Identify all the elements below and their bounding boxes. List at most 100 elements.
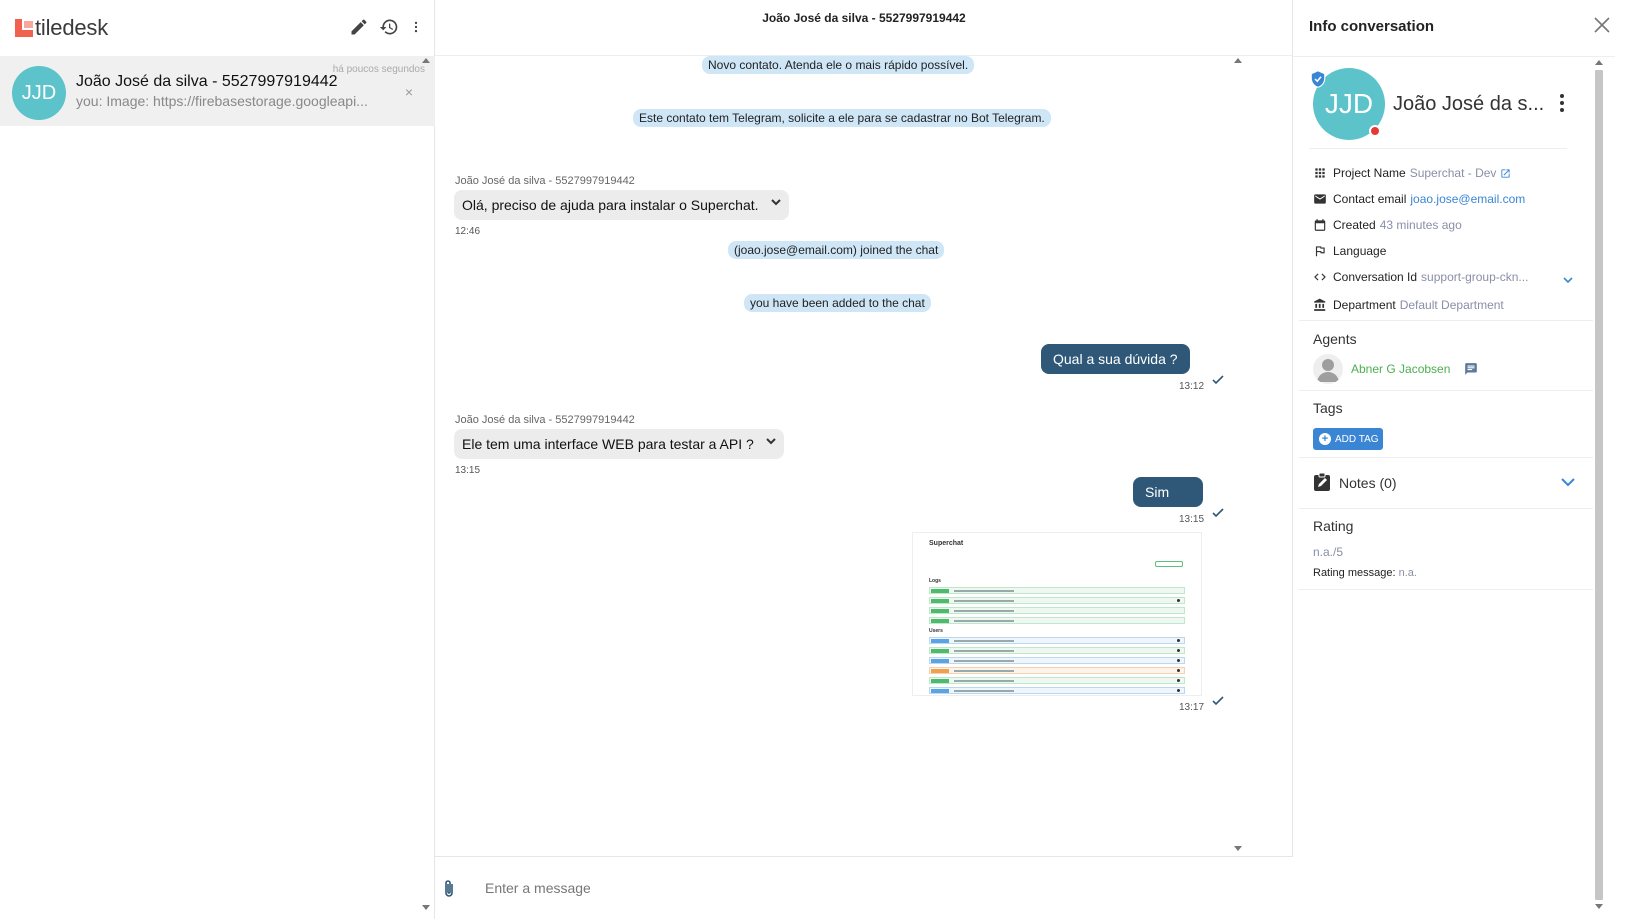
system-message: Novo contato. Atenda ele o mais rápido p… (702, 56, 975, 74)
contact-email-label: Contact email (1333, 192, 1407, 206)
message-composer (435, 856, 1293, 919)
contact-more-vertical-icon[interactable] (1559, 93, 1565, 113)
section-divider (1299, 508, 1593, 509)
section-divider (1299, 589, 1593, 590)
conversation-avatar: JJD (12, 66, 66, 120)
calendar-icon (1314, 219, 1326, 231)
system-message: (joao.jose@email.com) joined the chat (728, 241, 945, 259)
info-panel-scrollbar[interactable] (1595, 70, 1603, 900)
rating-message-label: Rating message: (1313, 567, 1396, 579)
info-scroll-down-icon[interactable] (1595, 904, 1603, 909)
message-text: Qual a sua dúvida ? (1053, 351, 1178, 367)
conversation-id-expand-chevron-down-icon[interactable] (1563, 272, 1573, 290)
department-value: Default Department (1399, 298, 1504, 312)
agent-avatar (1313, 354, 1343, 384)
conversations-scroll-up-icon[interactable] (422, 58, 430, 63)
more-vertical-icon[interactable] (409, 17, 423, 37)
image-preview-row (929, 667, 1185, 674)
incoming-message[interactable]: Ele tem uma interface WEB para testar a … (454, 429, 784, 459)
info-scroll-up-icon[interactable] (1595, 60, 1603, 65)
chat-panel: João José da silva - 5527997919442 Novo … (435, 0, 1293, 919)
project-name-row: Project Name Superchat - Dev (1313, 166, 1517, 180)
attach-paperclip-icon[interactable] (441, 879, 457, 899)
section-divider (1299, 390, 1593, 391)
image-preview-section: Logs (929, 578, 941, 584)
notes-clipboard-icon (1313, 472, 1331, 492)
message-input[interactable] (485, 873, 1245, 903)
panel-divider (1293, 56, 1615, 57)
message-text: Ele tem uma interface WEB para testar a … (462, 436, 754, 452)
message-time: 13:17 (1179, 702, 1205, 713)
conversation-time: há poucos segundos (332, 64, 425, 75)
edit-pencil-icon[interactable] (349, 17, 369, 37)
created-value: 43 minutes ago (1379, 218, 1462, 232)
image-message[interactable]: Superchat Logs Users (912, 532, 1202, 696)
flag-icon (1315, 246, 1325, 257)
verified-shield-icon (1309, 70, 1327, 88)
messages-scroll-up-icon[interactable] (1234, 58, 1242, 63)
image-preview-row (929, 587, 1185, 594)
notes-expand-chevron-down-icon[interactable] (1561, 474, 1575, 487)
conversations-header: tiledesk (0, 0, 435, 56)
image-preview-row (929, 677, 1185, 684)
message-text: Olá, preciso de ajuda para instalar o Su… (462, 197, 759, 213)
contact-email-link[interactable]: joao.jose@email.com (1410, 192, 1525, 206)
image-preview-row (929, 657, 1185, 664)
section-divider (1299, 457, 1593, 458)
image-preview-row (929, 607, 1185, 614)
code-icon (1314, 273, 1326, 281)
info-conversation-panel: Info conversation JJD João José da s... … (1293, 0, 1627, 919)
apps-grid-icon (1315, 168, 1325, 178)
agents-title: Agents (1313, 331, 1357, 347)
notes-title[interactable]: Notes (0) (1339, 475, 1397, 491)
app-window: tiledesk JJD João José da silva - 552799… (0, 0, 1627, 919)
chat-title: João José da silva - 5527997919442 (435, 0, 1293, 56)
external-link-icon (1501, 168, 1511, 178)
messages-list: Novo contato. Atenda ele o mais rápido p… (435, 56, 1281, 856)
contact-email-row: Contact email joao.jose@email.com (1313, 192, 1525, 206)
info-panel-title: Info conversation (1309, 18, 1435, 35)
project-name-value[interactable]: Superchat - Dev (1410, 166, 1497, 180)
department-label: Department (1333, 298, 1396, 312)
message-time: 13:15 (455, 465, 481, 476)
conversation-id-label: Conversation Id (1333, 270, 1418, 284)
archive-conversation-close-icon[interactable]: × (405, 84, 413, 100)
language-label: Language (1333, 244, 1387, 258)
conversation-preview: you: Image: https://firebasestorage.goog… (76, 93, 368, 109)
language-row: Language (1313, 244, 1386, 258)
incoming-message[interactable]: Olá, preciso de ajuda para instalar o Su… (454, 190, 789, 220)
image-preview-title: Superchat (929, 540, 964, 547)
agent-chat-icon[interactable] (1464, 362, 1478, 376)
outgoing-message[interactable]: Qual a sua dúvida ? (1041, 344, 1190, 374)
outgoing-message[interactable]: Sim (1133, 477, 1203, 507)
section-divider (1299, 320, 1593, 321)
add-tag-button[interactable]: + ADD TAG (1313, 428, 1383, 450)
message-time: 13:12 (1179, 381, 1205, 392)
image-preview-row (929, 597, 1185, 604)
conversation-list-item[interactable]: JJD João José da silva - 5527997919442 y… (0, 56, 435, 126)
project-name-label: Project Name (1333, 166, 1406, 180)
bank-icon (1314, 298, 1326, 311)
add-tag-label: ADD TAG (1335, 433, 1379, 445)
rating-value: n.a./5 (1313, 545, 1344, 559)
status-dot (1369, 125, 1381, 137)
contact-name: João José da s... (1393, 93, 1545, 115)
image-preview-row (929, 617, 1185, 624)
message-options-chevron-down-icon[interactable] (766, 433, 776, 445)
message-options-chevron-down-icon[interactable] (770, 194, 781, 206)
tiledesk-logo: tiledesk (15, 15, 108, 40)
history-icon[interactable] (379, 17, 399, 37)
sender-name: João José da silva - 5527997919442 (455, 414, 635, 426)
email-icon (1314, 194, 1326, 204)
messages-scroll-down-icon[interactable] (1234, 846, 1242, 851)
close-panel-icon[interactable] (1593, 16, 1611, 34)
image-preview-row (929, 687, 1185, 694)
sender-name: João José da silva - 5527997919442 (455, 175, 635, 187)
created-row: Created 43 minutes ago (1313, 218, 1462, 232)
rating-message: Rating message: n.a. (1313, 567, 1417, 579)
rating-message-value: n.a. (1398, 567, 1417, 579)
logo-text: tiledesk (35, 15, 108, 40)
conversations-scroll-down-icon[interactable] (422, 905, 430, 910)
agent-name[interactable]: Abner G Jacobsen (1351, 362, 1450, 376)
system-message: you have been added to the chat (744, 294, 931, 312)
